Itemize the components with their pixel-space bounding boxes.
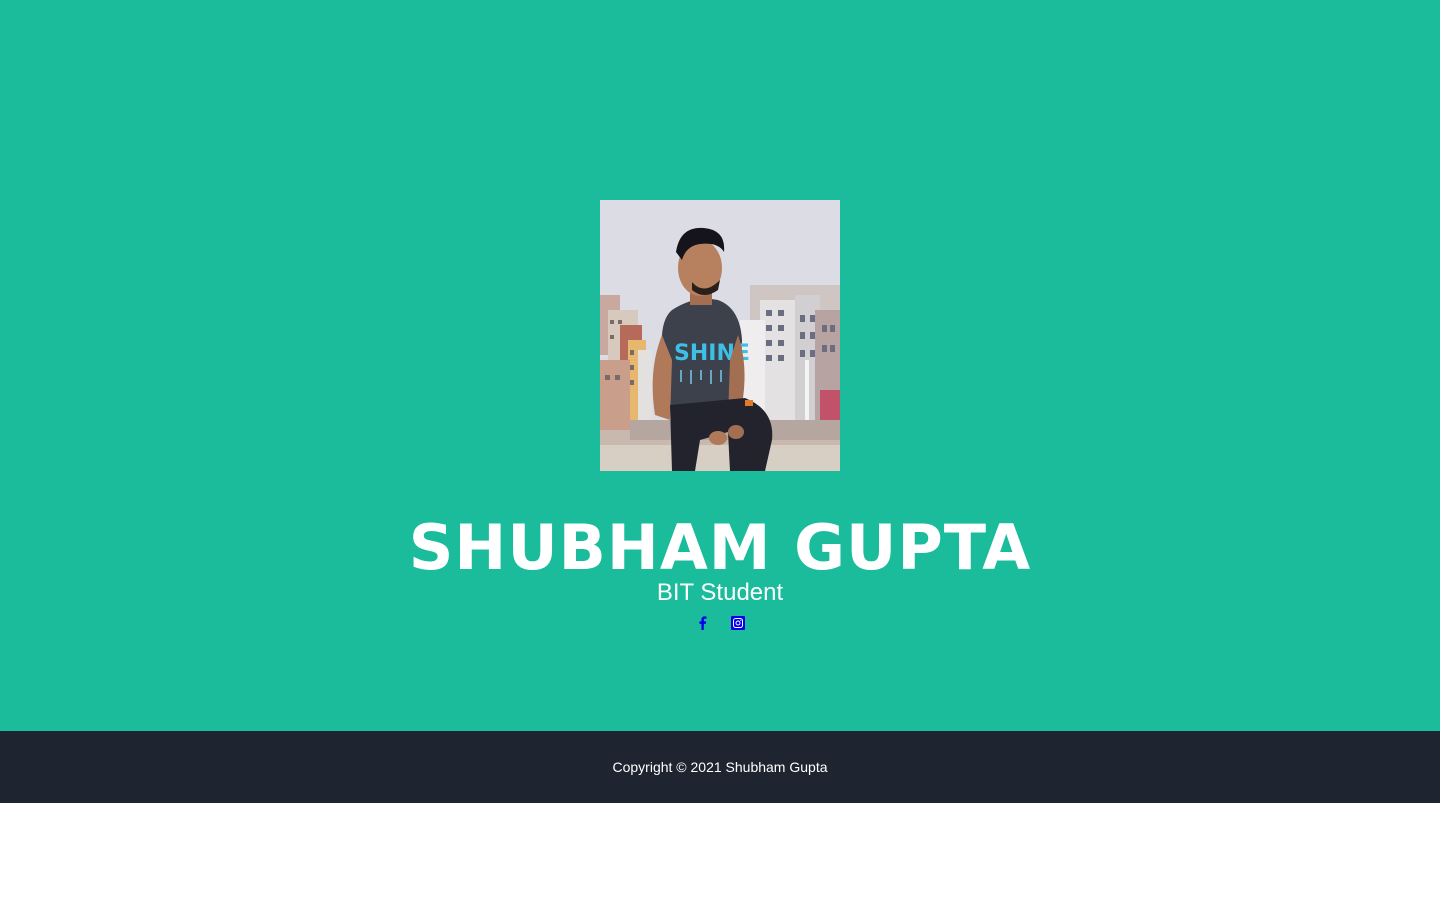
profile-role: BIT Student [656,579,784,606]
social-links [0,613,1440,633]
facebook-icon [699,616,707,630]
hero-section: SHINE SHUBHAM GUPTA BIT Student [0,0,1440,731]
instagram-icon [730,616,745,630]
footer: Copyright © 2021 Shubham Gupta [0,731,1440,803]
copyright-text: Copyright © 2021 Shubham Gupta [612,759,828,775]
facebook-link[interactable] [695,613,710,633]
profile-name: SHUBHAM GUPTA [408,511,1032,584]
instagram-link[interactable] [730,613,745,633]
profile-photo: SHINE [600,200,840,471]
